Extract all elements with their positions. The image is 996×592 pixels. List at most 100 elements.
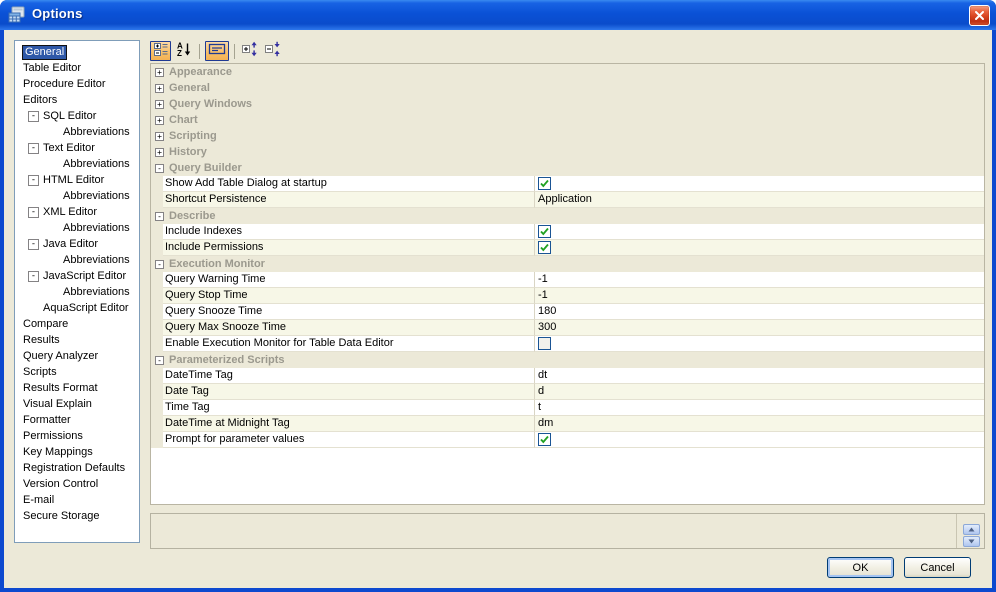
description-pane-button[interactable] — [205, 41, 229, 61]
expand-all-button[interactable] — [240, 41, 261, 61]
checkbox-checked-icon — [538, 241, 551, 254]
expand-category-icon[interactable]: + — [155, 99, 164, 109]
sidebar-item-sql-editor[interactable]: - SQL Editor — [15, 108, 139, 124]
grid-item-query-snooze-time[interactable]: Query Snooze Time 180 — [151, 304, 984, 320]
scroll-up-button[interactable] — [963, 524, 980, 535]
sidebar-item-text-editor[interactable]: - Text Editor — [15, 140, 139, 156]
grid-item-value[interactable]: Application — [534, 192, 984, 208]
expand-category-icon[interactable]: + — [155, 115, 164, 125]
grid-item-checkbox[interactable] — [534, 176, 984, 192]
grid-item-value[interactable]: dt — [534, 368, 984, 384]
grid-item-checkbox[interactable] — [534, 336, 984, 352]
grid-item-query-stop-time[interactable]: Query Stop Time -1 — [151, 288, 984, 304]
grid-item-prompt-for-parameter-values[interactable]: Prompt for parameter values — [151, 432, 984, 448]
sidebar-item-aquascript-editor[interactable]: AquaScript Editor — [15, 300, 139, 316]
grid-item-value[interactable]: 180 — [534, 304, 984, 320]
grid-category-appearance[interactable]: + Appearance — [151, 64, 984, 80]
sidebar-item-abbreviations[interactable]: Abbreviations — [15, 124, 139, 140]
grid-item-include-permissions[interactable]: Include Permissions — [151, 240, 984, 256]
collapse-category-icon[interactable]: - — [155, 163, 164, 173]
sidebar-item-general[interactable]: General — [15, 44, 139, 60]
grid-item-value[interactable]: t — [534, 400, 984, 416]
sidebar-item-results[interactable]: Results — [15, 332, 139, 348]
sort-alphabetical-button[interactable]: A Z — [173, 41, 194, 61]
sidebar-item-e-mail[interactable]: E-mail — [15, 492, 139, 508]
grid-item-value[interactable]: -1 — [534, 272, 984, 288]
sidebar-item-permissions[interactable]: Permissions — [15, 428, 139, 444]
grid-item-datetime-tag[interactable]: DateTime Tag dt — [151, 368, 984, 384]
expand-category-icon[interactable]: + — [155, 83, 164, 93]
sidebar-item-abbreviations[interactable]: Abbreviations — [15, 252, 139, 268]
grid-item-shortcut-persistence[interactable]: Shortcut Persistence Application — [151, 192, 984, 208]
sidebar-item-java-editor[interactable]: - Java Editor — [15, 236, 139, 252]
tree-collapse-icon[interactable]: - — [28, 175, 39, 186]
close-button[interactable] — [969, 5, 990, 26]
grid-item-value[interactable]: d — [534, 384, 984, 400]
close-icon — [975, 11, 984, 20]
grid-item-show-add-table-dialog-at-startup[interactable]: Show Add Table Dialog at startup — [151, 176, 984, 192]
sidebar-item-abbreviations[interactable]: Abbreviations — [15, 220, 139, 236]
collapse-all-button[interactable] — [263, 41, 284, 61]
sidebar-item-scripts[interactable]: Scripts — [15, 364, 139, 380]
collapse-category-icon[interactable]: - — [155, 355, 164, 365]
grid-category-describe[interactable]: - Describe — [151, 208, 984, 224]
grid-category-query-builder[interactable]: - Query Builder — [151, 160, 984, 176]
sidebar-item-visual-explain[interactable]: Visual Explain — [15, 396, 139, 412]
grid-item-query-warning-time[interactable]: Query Warning Time -1 — [151, 272, 984, 288]
sidebar-item-abbreviations[interactable]: Abbreviations — [15, 284, 139, 300]
grid-category-label: Describe — [169, 210, 216, 222]
sidebar-item-table-editor[interactable]: Table Editor — [15, 60, 139, 76]
sidebar-item-registration-defaults[interactable]: Registration Defaults — [15, 460, 139, 476]
collapse-category-icon[interactable]: - — [155, 259, 164, 269]
grid-item-checkbox[interactable] — [534, 432, 984, 448]
sidebar-item-abbreviations[interactable]: Abbreviations — [15, 188, 139, 204]
grid-item-checkbox[interactable] — [534, 240, 984, 256]
grid-category-history[interactable]: + History — [151, 144, 984, 160]
grid-category-execution-monitor[interactable]: - Execution Monitor — [151, 256, 984, 272]
sidebar-item-compare[interactable]: Compare — [15, 316, 139, 332]
grid-category-scripting[interactable]: + Scripting — [151, 128, 984, 144]
tree-collapse-icon[interactable]: - — [28, 207, 39, 218]
grid-item-time-tag[interactable]: Time Tag t — [151, 400, 984, 416]
sidebar-item-procedure-editor[interactable]: Procedure Editor — [15, 76, 139, 92]
sidebar-item-abbreviations[interactable]: Abbreviations — [15, 156, 139, 172]
grid-category-chart[interactable]: + Chart — [151, 112, 984, 128]
grid-item-value[interactable]: 300 — [534, 320, 984, 336]
sidebar-item-key-mappings[interactable]: Key Mappings — [15, 444, 139, 460]
grid-item-value[interactable]: -1 — [534, 288, 984, 304]
grid-item-date-tag[interactable]: Date Tag d — [151, 384, 984, 400]
sidebar-item-formatter[interactable]: Formatter — [15, 412, 139, 428]
sidebar-item-editors[interactable]: Editors — [15, 92, 139, 108]
scroll-down-button[interactable] — [963, 536, 980, 547]
cancel-button[interactable]: Cancel — [904, 557, 971, 578]
categorized-view-button[interactable] — [150, 41, 171, 61]
expand-category-icon[interactable]: + — [155, 131, 164, 141]
sidebar-item-secure-storage[interactable]: Secure Storage — [15, 508, 139, 524]
sidebar-item-results-format[interactable]: Results Format — [15, 380, 139, 396]
grid-item-enable-execution-monitor-for-table-data-editor[interactable]: Enable Execution Monitor for Table Data … — [151, 336, 984, 352]
expand-category-icon[interactable]: + — [155, 147, 164, 157]
grid-category-general[interactable]: + General — [151, 80, 984, 96]
grid-category-parameterized-scripts[interactable]: - Parameterized Scripts — [151, 352, 984, 368]
description-pane-icon — [208, 41, 226, 62]
expand-category-icon[interactable]: + — [155, 67, 164, 77]
grid-item-checkbox[interactable] — [534, 224, 984, 240]
sidebar-item-version-control[interactable]: Version Control — [15, 476, 139, 492]
sidebar-item-html-editor[interactable]: - HTML Editor — [15, 172, 139, 188]
grid-category-query-windows[interactable]: + Query Windows — [151, 96, 984, 112]
tree-collapse-icon[interactable]: - — [28, 271, 39, 282]
toolbar-separator — [234, 43, 235, 59]
collapse-category-icon[interactable]: - — [155, 211, 164, 221]
grid-item-datetime-at-midnight-tag[interactable]: DateTime at Midnight Tag dm — [151, 416, 984, 432]
sidebar-item-query-analyzer[interactable]: Query Analyzer — [15, 348, 139, 364]
tree-collapse-icon[interactable]: - — [28, 239, 39, 250]
titlebar[interactable]: Options — [0, 0, 996, 30]
grid-item-query-max-snooze-time[interactable]: Query Max Snooze Time 300 — [151, 320, 984, 336]
tree-collapse-icon[interactable]: - — [28, 111, 39, 122]
grid-item-include-indexes[interactable]: Include Indexes — [151, 224, 984, 240]
sidebar-item-javascript-editor[interactable]: - JavaScript Editor — [15, 268, 139, 284]
ok-button[interactable]: OK — [827, 557, 894, 578]
tree-collapse-icon[interactable]: - — [28, 143, 39, 154]
sidebar-item-xml-editor[interactable]: - XML Editor — [15, 204, 139, 220]
grid-item-value[interactable]: dm — [534, 416, 984, 432]
